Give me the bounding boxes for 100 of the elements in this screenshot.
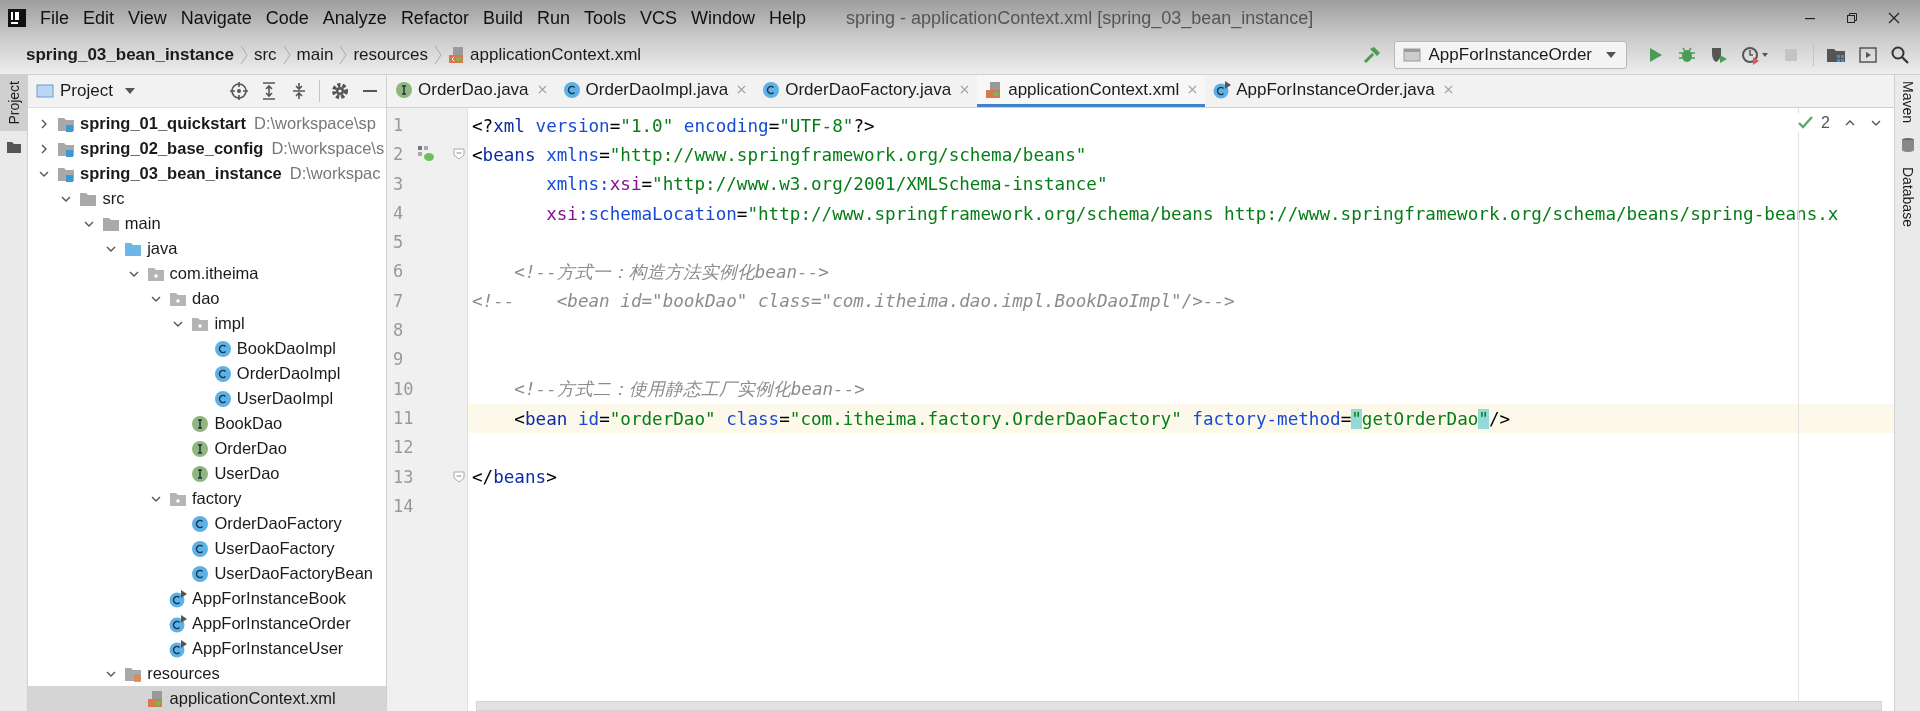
tree-label: impl [214,314,245,333]
interface-icon [191,439,210,458]
tree-item[interactable]: spring_03_bean_instance D:\workspac [28,161,386,186]
class-icon [762,80,781,99]
bean-icon[interactable] [417,145,435,164]
tree-label: BookDao [214,414,283,433]
tree-item[interactable]: AppForInstanceUser [28,636,386,661]
profiler-icon[interactable] [1741,45,1769,65]
scrollbar[interactable] [476,701,1882,711]
line-number: 5 [393,232,404,253]
tree-label: com.itheima [169,264,259,283]
bug-icon[interactable] [1677,45,1697,65]
inspection-widget[interactable]: 2 [1797,114,1882,132]
chevron-right-icon [434,45,443,65]
menu-item[interactable]: Tools [583,7,626,29]
tree-item[interactable]: main [28,211,386,236]
target-icon[interactable] [229,81,249,101]
run-configuration-dropdown[interactable]: AppForInstanceOrder [1393,41,1627,69]
breadcrumb-item[interactable]: resources [347,45,435,65]
tree-label: java [147,239,178,258]
editor-tab[interactable]: OrderDao.java [387,75,555,107]
tree-label: UserDaoImpl [236,389,334,408]
hammer-icon[interactable] [1361,45,1382,65]
module-path: D:\workspace\s [271,139,385,158]
interface-icon [395,80,413,99]
tree-label: UserDaoFactory [214,539,335,558]
tree-label: UserDaoFactoryBean [214,564,374,583]
code-line: </beans> [472,467,557,488]
menu-item[interactable]: Edit [83,7,115,29]
class-icon [191,564,210,583]
tree-item[interactable]: AppForInstanceBook [28,586,386,611]
breadcrumb-item[interactable]: main [290,45,340,65]
editor-tab[interactable]: OrderDaoImpl.java [554,75,755,107]
tree-item[interactable]: src [28,186,386,211]
menu-item[interactable]: Code [265,7,309,29]
menu-item[interactable]: Analyze [322,7,387,29]
class-icon [213,339,232,358]
menu-item[interactable]: File [40,7,69,29]
tree-item[interactable]: UserDaoFactoryBean [28,561,386,586]
tree-label: main [124,214,161,233]
inspection-count: 2 [1821,114,1830,132]
tree-item[interactable]: OrderDaoFactory [28,511,386,536]
tree-item[interactable]: UserDaoImpl [28,386,386,411]
settings-icon[interactable] [330,81,350,101]
editor-tab[interactable]: AppForInstanceOrder.java [1205,75,1461,107]
tree-item[interactable]: impl [28,311,386,336]
menu-item[interactable]: View [128,7,167,29]
chevron-right-icon [282,45,291,65]
code-line: <!--方式二：使用静态工厂实例化bean--> [513,378,865,402]
menu-item[interactable]: VCS [640,7,677,29]
app-logo-icon [8,9,26,27]
class-icon [191,539,210,558]
xml-file-icon [146,689,165,708]
project-view-dropdown[interactable]: Project [36,81,135,101]
tree-item[interactable]: factory [28,486,386,511]
tree-item[interactable]: applicationContext.xml [28,686,386,711]
line-number: 1 [393,115,404,135]
menu-item[interactable]: Window [691,7,756,29]
tree-item[interactable]: java [28,236,386,261]
class-icon [169,614,187,633]
breadcrumb-item[interactable]: applicationContext.xml [442,45,648,65]
menu-item[interactable]: Help [769,7,807,29]
tree-item[interactable]: BookDaoImpl [28,336,386,361]
coverage-icon[interactable] [1709,45,1729,65]
tree-item[interactable]: OrderDao [28,436,386,461]
code-line: xmlns:xsi="http://www.w3.org/2001/XMLSchema-instance" [545,174,1108,195]
editor-tab[interactable]: OrderDaoFactory.java [754,75,978,107]
tree-item[interactable]: BookDao [28,411,386,436]
caret-icon [1606,52,1616,58]
tree-item[interactable]: UserDao [28,461,386,486]
tree-item[interactable]: com.itheima [28,261,386,286]
breadcrumb-item[interactable]: spring_03_bean_instance [20,45,240,65]
code-line: <!-- <bean id="bookDao" class="com.itheima.dao.impl.BookDaoImpl"/>--> [472,291,1235,312]
database-icon [1899,137,1916,154]
window-title: spring - applicationContext.xml [spring_03_bean_instance] [846,7,1314,29]
menu-item[interactable]: Run [536,7,570,29]
tool-window-tab[interactable]: Maven [1895,75,1920,130]
editor-tab[interactable]: applicationContext.xml [977,75,1206,107]
tree-label: BookDaoImpl [236,339,336,358]
tree-label: spring_03_bean_instance [80,164,282,183]
breadcrumb-item[interactable]: src [247,45,283,65]
tool-window-tab[interactable]: Project [0,75,27,131]
menu-item[interactable]: Refactor [400,7,469,29]
tree-item[interactable]: spring_02_base_config D:\workspace\s [28,136,386,161]
tree-item[interactable]: UserDaoFactory [28,536,386,561]
menu-item[interactable]: Navigate [180,7,252,29]
run-window-icon[interactable] [1858,45,1878,65]
tree-item[interactable]: AppForInstanceOrder [28,611,386,636]
restore-icon[interactable] [1846,12,1858,24]
tree-item[interactable]: OrderDaoImpl [28,361,386,386]
line-number: 10 [393,378,414,399]
tree-label: AppForInstanceBook [192,589,347,608]
search-icon[interactable] [1890,45,1910,65]
line-number: 12 [393,437,414,458]
menu-item[interactable]: Build [482,7,523,29]
tree-item[interactable]: dao [28,286,386,311]
tree-item[interactable]: spring_01_quickstart D:\workspace\sp [28,111,386,136]
close-icon[interactable] [1888,12,1900,24]
tool-window-tab[interactable]: Database [1895,161,1920,233]
tree-item[interactable]: resources [28,661,386,686]
